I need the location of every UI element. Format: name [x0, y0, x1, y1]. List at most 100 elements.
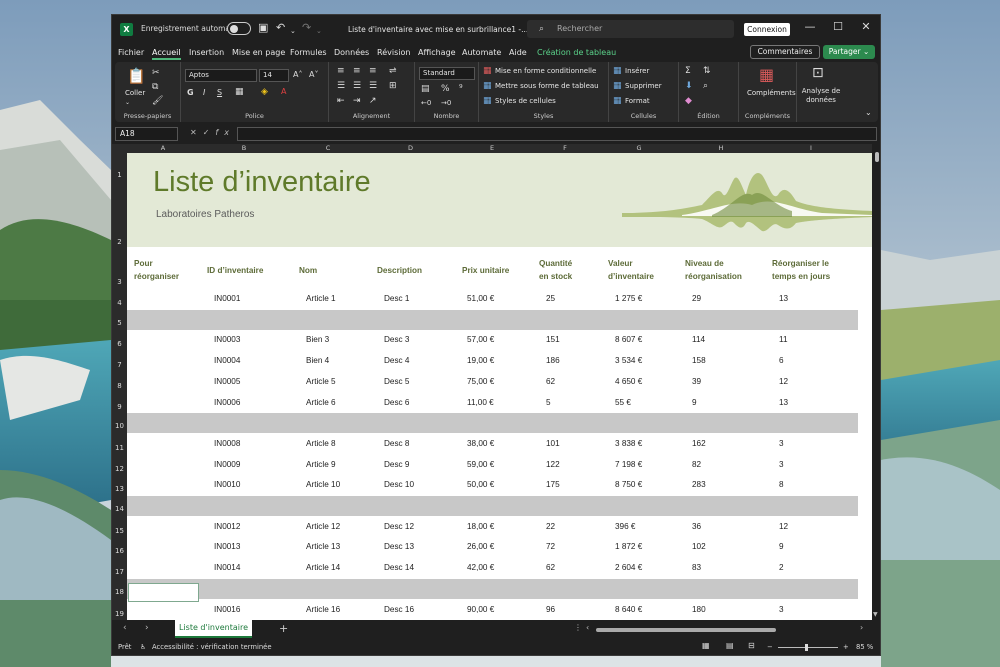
- cell-description[interactable]: Desc 16: [384, 605, 414, 614]
- cell-reorder-days[interactable]: 3: [779, 439, 784, 448]
- cell-styles-button[interactable]: Styles de cellules: [495, 97, 556, 105]
- cell-name[interactable]: Article 10: [306, 480, 340, 489]
- cell-name[interactable]: Article 1: [306, 294, 336, 303]
- row-header-1[interactable]: 1: [112, 153, 127, 206]
- row-header-19[interactable]: 19: [112, 600, 127, 620]
- undo-dropdown-icon[interactable]: ⌄: [290, 24, 296, 38]
- cell-quantity[interactable]: 22: [546, 522, 555, 531]
- align-middle-icon[interactable]: ≡: [353, 66, 361, 76]
- borders-icon[interactable]: ▦: [235, 87, 244, 97]
- row-header-10[interactable]: 10: [112, 413, 127, 434]
- signin-button[interactable]: Connexion: [744, 23, 790, 36]
- row-header-9[interactable]: 9: [112, 393, 127, 413]
- tab-affichage[interactable]: Affichage: [418, 48, 456, 57]
- format-as-table-button[interactable]: Mettre sous forme de tableau: [495, 82, 599, 90]
- cell-inventory-value[interactable]: 8 607 €: [615, 335, 642, 344]
- cell-description[interactable]: Desc 5: [384, 377, 409, 386]
- tab-accueil[interactable]: Accueil: [152, 48, 181, 60]
- header-valeur[interactable]: Valeur d’inventaire: [608, 257, 654, 283]
- cell-name[interactable]: Article 16: [306, 605, 340, 614]
- autosum-icon[interactable]: Σ: [685, 66, 691, 76]
- cell-unit-price[interactable]: 75,00 €: [467, 377, 494, 386]
- header-prix-unitaire[interactable]: Prix unitaire: [462, 264, 509, 277]
- maximize-icon[interactable]: ☐: [828, 20, 848, 33]
- underline-icon[interactable]: S: [217, 88, 222, 98]
- insert-cells-button[interactable]: Insérer: [625, 67, 649, 75]
- cell-name[interactable]: Article 8: [306, 439, 336, 448]
- scroll-down-icon[interactable]: ▼: [873, 610, 878, 620]
- decrease-font-icon[interactable]: A˅: [309, 70, 318, 80]
- cell-reorder-level[interactable]: 114: [692, 335, 705, 344]
- column-header-H[interactable]: H: [678, 144, 764, 153]
- cell-reorder-days[interactable]: 2: [779, 563, 784, 572]
- tab-revision[interactable]: Révision: [377, 48, 410, 57]
- cell-reorder-days[interactable]: 12: [779, 377, 788, 386]
- cell-quantity[interactable]: 122: [546, 460, 560, 469]
- format-painter-icon[interactable]: 🖌: [152, 96, 163, 106]
- italic-icon[interactable]: I: [203, 88, 205, 98]
- cell-reorder-level[interactable]: 39: [692, 377, 701, 386]
- fill-icon[interactable]: ⬇: [685, 81, 693, 91]
- cell-inventory-value[interactable]: 2 604 €: [615, 563, 642, 572]
- cell-reorder-level[interactable]: 9: [692, 398, 697, 407]
- cell-quantity[interactable]: 175: [546, 480, 560, 489]
- cell-id[interactable]: IN0012: [214, 522, 240, 531]
- sort-filter-icon[interactable]: ⇅: [703, 66, 711, 76]
- add-sheet-icon[interactable]: +: [279, 622, 288, 635]
- header-id[interactable]: ID d’inventaire: [207, 264, 263, 277]
- cell-reorder-days[interactable]: 12: [779, 522, 788, 531]
- cell-name[interactable]: Bien 3: [306, 335, 329, 344]
- highlighted-row[interactable]: [127, 310, 858, 330]
- column-header-G[interactable]: G: [600, 144, 678, 153]
- page-layout-icon[interactable]: ▤: [726, 641, 734, 650]
- cell-id[interactable]: IN0008: [214, 439, 240, 448]
- scroll-left-icon[interactable]: ‹: [586, 623, 589, 632]
- cell-unit-price[interactable]: 19,00 €: [467, 356, 494, 365]
- row-header-15[interactable]: 15: [112, 517, 127, 537]
- tab-insertion[interactable]: Insertion: [189, 48, 224, 57]
- increase-indent-icon[interactable]: ⇥: [353, 96, 361, 106]
- tab-donnees[interactable]: Données: [334, 48, 369, 57]
- analyze-data-button[interactable]: Analyse de données: [799, 87, 843, 105]
- highlighted-row[interactable]: [127, 413, 858, 433]
- align-center-icon[interactable]: ☰: [353, 81, 361, 91]
- decrease-indent-icon[interactable]: ⇤: [337, 96, 345, 106]
- tab-creation-tableau[interactable]: Création de tableau: [537, 48, 616, 57]
- tab-fichier[interactable]: Fichier: [118, 48, 144, 57]
- cell-id[interactable]: IN0005: [214, 377, 240, 386]
- orientation-icon[interactable]: ↗: [369, 96, 377, 106]
- cell-unit-price[interactable]: 90,00 €: [467, 605, 494, 614]
- cell-description[interactable]: Desc 9: [384, 460, 409, 469]
- zoom-slider-knob[interactable]: [805, 644, 808, 651]
- cell-quantity[interactable]: 101: [546, 439, 560, 448]
- cell-unit-price[interactable]: 59,00 €: [467, 460, 494, 469]
- cell-quantity[interactable]: 62: [546, 563, 555, 572]
- header-niveau[interactable]: Niveau de réorganisation: [685, 257, 742, 283]
- cell-unit-price[interactable]: 51,00 €: [467, 294, 494, 303]
- cell-id[interactable]: IN0004: [214, 356, 240, 365]
- cell-unit-price[interactable]: 38,00 €: [467, 439, 494, 448]
- row-header-13[interactable]: 13: [112, 475, 127, 496]
- cell-reorder-level[interactable]: 162: [692, 439, 706, 448]
- bold-icon[interactable]: G: [187, 88, 194, 98]
- column-header-F[interactable]: F: [530, 144, 600, 153]
- vertical-scrollbar[interactable]: ▼: [872, 144, 880, 620]
- highlighted-row[interactable]: [127, 496, 858, 516]
- addins-icon[interactable]: ▦: [759, 66, 774, 83]
- column-header-I[interactable]: I: [764, 144, 858, 153]
- decrease-decimal-icon[interactable]: →0: [441, 98, 451, 108]
- find-select-icon[interactable]: ⌕: [703, 81, 708, 91]
- align-top-icon[interactable]: ≡: [337, 66, 345, 76]
- cell-reorder-days[interactable]: 8: [779, 480, 784, 489]
- sheet-tab-liste-inventaire[interactable]: Liste d'inventaire: [175, 620, 252, 638]
- increase-font-icon[interactable]: A˄: [293, 70, 302, 80]
- row-header-14[interactable]: 14: [112, 496, 127, 517]
- comma-style-icon[interactable]: ⁹: [459, 84, 463, 94]
- horizontal-scrollbar[interactable]: [596, 628, 776, 632]
- paste-icon[interactable]: 📋: [127, 68, 146, 84]
- cell-reorder-level[interactable]: 83: [692, 563, 701, 572]
- conditional-format-button[interactable]: Mise en forme conditionnelle: [495, 67, 596, 75]
- cell-reorder-days[interactable]: 6: [779, 356, 784, 365]
- tab-split-icon[interactable]: ⋮: [574, 623, 582, 632]
- cell-quantity[interactable]: 186: [546, 356, 560, 365]
